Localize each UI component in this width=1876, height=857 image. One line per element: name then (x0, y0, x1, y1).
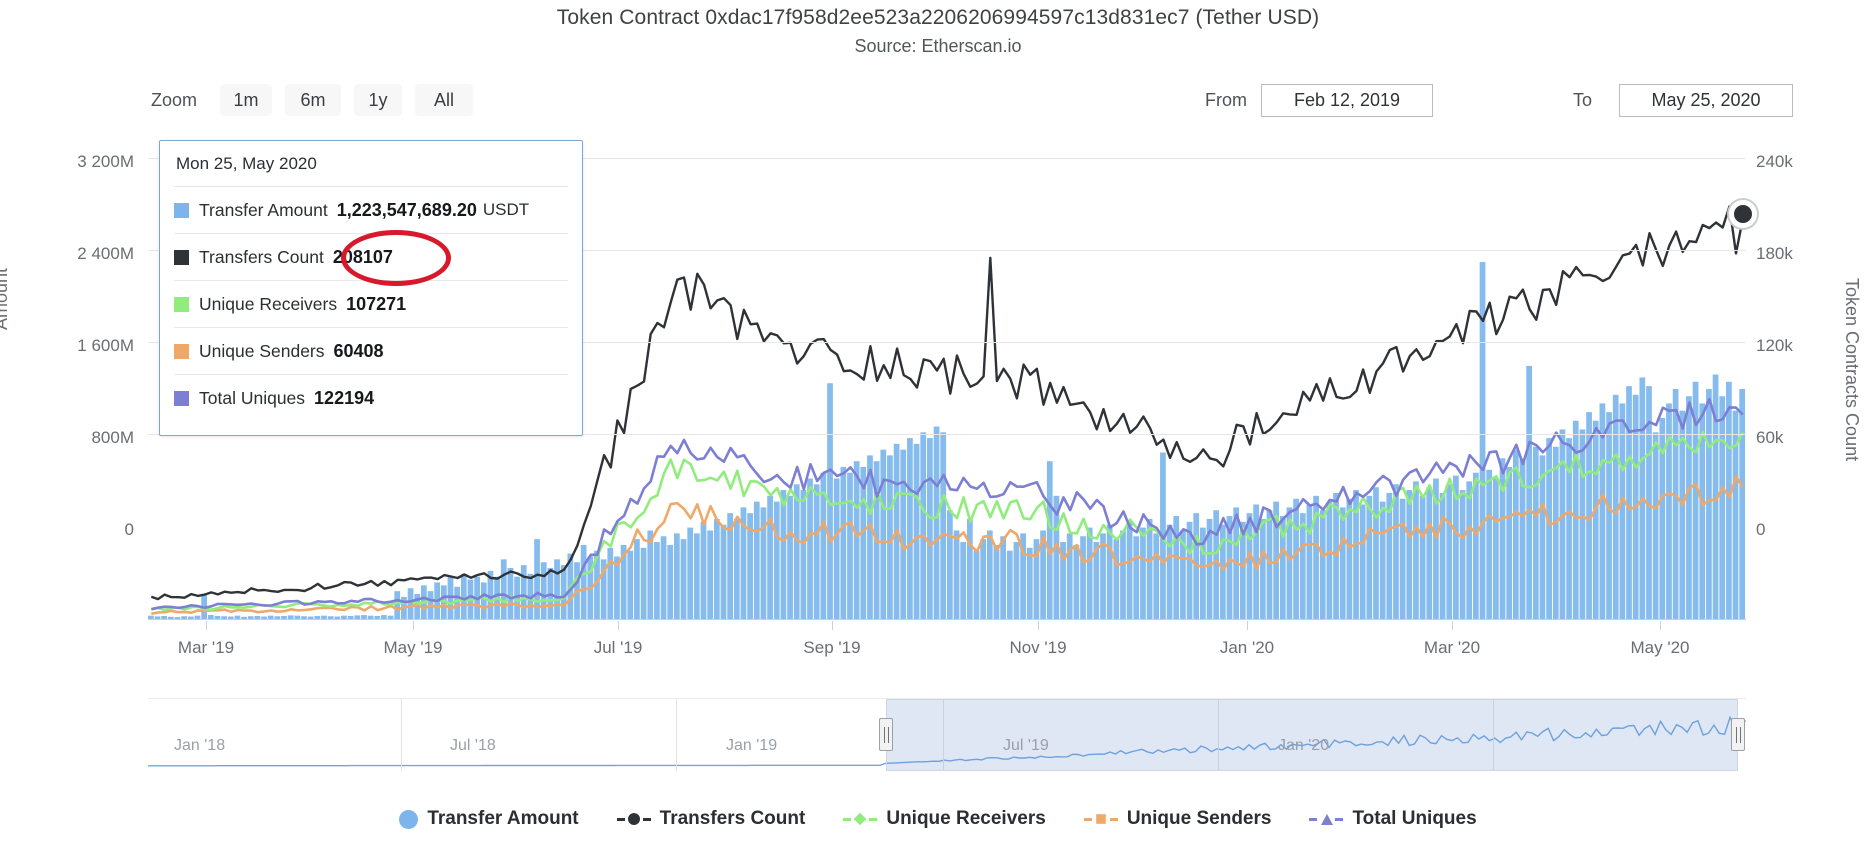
tooltip-series-swatch (174, 249, 189, 265)
hover-point-marker (1729, 200, 1757, 228)
legend-circle-icon (399, 809, 419, 829)
chart-legend: Transfer Amount Transfers Count Unique Rec… (0, 802, 1876, 836)
navigator-label-jul-18: Jul '18 (450, 737, 496, 754)
y-tick-3200M: 3 200M (77, 152, 134, 171)
x-tick-jul-19: Jul '19 (593, 638, 643, 657)
chart-navigator[interactable]: Jan '18 Jul '18 Jan '19 Jul '19 Jan '20 (148, 698, 1746, 771)
navigator-handle-left[interactable] (879, 718, 893, 751)
y2-tick-60k: 60k (1756, 428, 1784, 447)
x-tick-mar-20: Mar '20 (1423, 638, 1481, 657)
tooltip-series-value: 122194 (314, 388, 375, 408)
tooltip-row: Total Uniques 122194 (174, 375, 568, 422)
tooltip-row: Unique Senders 60408 (174, 328, 568, 375)
x-tick-jan-20: Jan '20 (1219, 638, 1275, 657)
legend-triangle-icon (1309, 812, 1344, 826)
y2-axis-title: Token Contracts Count (1842, 278, 1862, 462)
tooltip-series-name: Unique Senders (199, 340, 325, 361)
legend-label: Total Uniques (1352, 808, 1477, 829)
navigator-selection-mask[interactable] (886, 699, 1738, 771)
tooltip-series-unit: USDT (482, 200, 530, 219)
x-tick-nov-19: Nov '19 (1009, 638, 1067, 657)
page-title: Token Contract 0xdac17f958d2ee523a220620… (556, 6, 1320, 29)
legend-label: Unique Receivers (886, 808, 1046, 829)
legend-circle-icon (616, 812, 651, 826)
to-label: To (1572, 90, 1592, 110)
legend-square-icon (1083, 812, 1118, 826)
x-tick-mar-19: Mar '19 (177, 638, 235, 657)
chart-tooltip: Mon 25, May 2020 Transfer Amount 1,223,54… (159, 140, 583, 436)
navigator-label-jan-20: Jan '20 (1278, 737, 1330, 754)
x-tick-sep-19: Sep '19 (803, 638, 861, 657)
tooltip-series-swatch (174, 296, 189, 312)
legend-label: Unique Senders (1126, 808, 1272, 829)
legend-item-transfers-count[interactable]: Transfers Count (616, 808, 806, 830)
tooltip-series-name: Transfers Count (199, 246, 324, 267)
from-label: From (1205, 90, 1247, 110)
y-tick-0: 0 (124, 520, 134, 539)
zoom-label: Zoom (151, 90, 198, 110)
x-tick-may-19: May '19 (383, 638, 443, 657)
legend-item-unique-senders[interactable]: Unique Senders (1083, 808, 1272, 830)
y-tick-2400M: 2 400M (77, 244, 134, 263)
y-tick-1600M: 1 600M (77, 336, 134, 355)
tooltip-series-name: Total Uniques (199, 388, 306, 408)
tooltip-series-value: 1,223,547,689.20 (336, 199, 477, 220)
legend-item-transfer-amount[interactable]: Transfer Amount (399, 808, 579, 830)
navigator-handle-right[interactable] (1731, 718, 1745, 751)
tooltip-series-swatch (174, 391, 189, 406)
y2-tick-120k: 120k (1756, 336, 1793, 355)
zoom-button-1y[interactable]: 1y (354, 84, 402, 116)
tooltip-row: Transfers Count 208107 (174, 234, 568, 281)
tooltip-series-value: 107271 (346, 293, 407, 314)
tooltip-row: Transfer Amount 1,223,547,689.20 USDT (174, 187, 568, 234)
tooltip-series-value: 208107 (332, 246, 393, 267)
legend-label: Transfer Amount (427, 808, 579, 829)
legend-label: Transfers Count (659, 808, 806, 829)
legend-diamond-icon (843, 812, 878, 826)
legend-item-unique-receivers[interactable]: Unique Receivers (843, 808, 1046, 830)
zoom-button-1m[interactable]: 1m (220, 84, 272, 116)
legend-item-total-uniques[interactable]: Total Uniques (1309, 808, 1477, 830)
tooltip-series-value: 60408 (333, 340, 384, 361)
from-date-input[interactable]: Feb 12, 2019 (1261, 84, 1433, 117)
y2-tick-180k: 180k (1756, 244, 1793, 263)
zoom-button-6m[interactable]: 6m (285, 84, 341, 116)
tooltip-row: Unique Receivers 107271 (174, 281, 568, 328)
tooltip-series-name: Transfer Amount (199, 199, 328, 220)
x-tick-may-20: May '20 (1630, 638, 1690, 657)
tooltip-series-name: Unique Receivers (199, 293, 338, 314)
zoom-button-all[interactable]: All (415, 84, 473, 116)
y-axis-title: Amount (0, 267, 11, 330)
navigator-label-jan-18: Jan '18 (174, 737, 226, 754)
y-tick-800M: 800M (91, 428, 134, 447)
y2-tick-240k: 240k (1756, 152, 1793, 171)
to-date-input[interactable]: May 25, 2020 (1619, 84, 1793, 117)
tooltip-date: Mon 25, May 2020 (174, 141, 568, 187)
tooltip-series-swatch (174, 202, 189, 218)
tooltip-series-swatch (174, 343, 189, 359)
range-selector: Zoom 1m 6m 1y All From Feb 12, 2019 To M… (0, 84, 1876, 118)
y2-tick-0: 0 (1756, 520, 1766, 539)
chart-source-subtitle: Source: Etherscan.io (854, 36, 1022, 56)
navigator-label-jul-19: Jul '19 (1003, 737, 1049, 754)
navigator-label-jan-19: Jan '19 (726, 737, 778, 754)
